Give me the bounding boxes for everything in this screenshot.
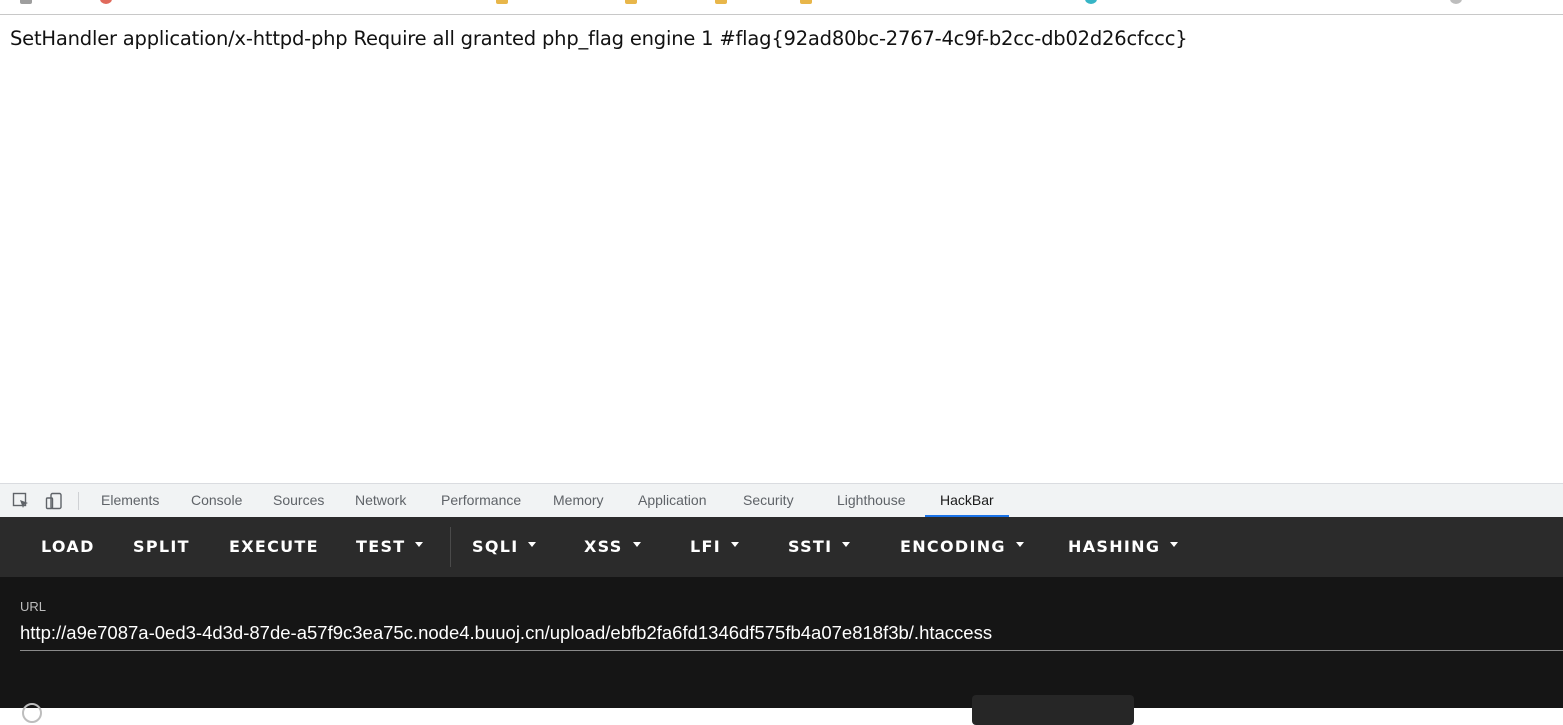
- hashing-dropdown[interactable]: HASHING: [1068, 517, 1179, 577]
- test-dropdown-label: TEST: [356, 537, 406, 556]
- page-content: SetHandler application/x-httpd-php Requi…: [0, 15, 1563, 483]
- radio-button[interactable]: [22, 703, 42, 723]
- device-toolbar-icon[interactable]: [45, 492, 63, 510]
- sqli-dropdown-label: SQLI: [472, 537, 519, 556]
- caret-down-icon: [842, 542, 851, 547]
- tab-performance[interactable]: Performance: [441, 484, 521, 517]
- ssti-dropdown-label: SSTI: [788, 537, 833, 556]
- ssti-dropdown[interactable]: SSTI: [788, 517, 851, 577]
- tab-console[interactable]: Console: [191, 484, 242, 517]
- caret-down-icon: [528, 542, 537, 547]
- tab-sources[interactable]: Sources: [273, 484, 324, 517]
- caret-down-icon: [730, 542, 739, 547]
- lfi-dropdown-label: LFI: [690, 537, 721, 556]
- encoding-dropdown-label: ENCODING: [900, 537, 1006, 556]
- split-button-label: SPLIT: [133, 537, 190, 556]
- bookmark-folder-icon: [625, 0, 637, 4]
- tab-favicon-icon: [20, 0, 32, 4]
- inspect-element-icon[interactable]: [12, 492, 30, 510]
- hackbar-menu: LOAD SPLIT EXECUTE TEST SQLI XSS LFI SST…: [0, 517, 1563, 577]
- page-body-text: SetHandler application/x-httpd-php Requi…: [10, 27, 1188, 50]
- hashing-dropdown-label: HASHING: [1068, 537, 1161, 556]
- xss-dropdown[interactable]: XSS: [584, 517, 641, 577]
- caret-down-icon: [1015, 542, 1024, 547]
- lfi-dropdown[interactable]: LFI: [690, 517, 739, 577]
- action-button[interactable]: [972, 695, 1134, 725]
- encoding-dropdown[interactable]: ENCODING: [900, 517, 1024, 577]
- execute-button[interactable]: EXECUTE: [229, 517, 319, 577]
- url-input[interactable]: [20, 615, 1563, 651]
- caret-down-icon: [415, 542, 424, 547]
- xss-dropdown-label: XSS: [584, 537, 623, 556]
- hackbar-body: URL: [0, 577, 1563, 725]
- bookmark-site-icon: [1450, 0, 1462, 4]
- load-button-label: LOAD: [41, 537, 95, 556]
- load-button[interactable]: LOAD: [41, 517, 95, 577]
- split-button[interactable]: SPLIT: [133, 517, 190, 577]
- bookmark-folder-icon: [715, 0, 727, 4]
- url-label: URL: [20, 599, 47, 614]
- caret-down-icon: [632, 542, 641, 547]
- browser-tab-strip: [0, 0, 1563, 15]
- bookmark-site-icon: [1085, 0, 1097, 4]
- caret-down-icon: [1170, 542, 1179, 547]
- bookmark-folder-icon: [496, 0, 508, 4]
- tab-lighthouse[interactable]: Lighthouse: [837, 484, 906, 517]
- tab-network[interactable]: Network: [355, 484, 406, 517]
- test-dropdown[interactable]: TEST: [356, 517, 424, 577]
- toolbar-divider: [78, 492, 79, 510]
- tab-hackbar[interactable]: HackBar: [940, 484, 994, 517]
- execute-button-label: EXECUTE: [229, 537, 319, 556]
- tab-elements[interactable]: Elements: [101, 484, 159, 517]
- tab-security[interactable]: Security: [743, 484, 794, 517]
- devtools-toolbar: Elements Console Sources Network Perform…: [0, 483, 1563, 517]
- tab-favicon-icon: [100, 0, 112, 4]
- tab-memory[interactable]: Memory: [553, 484, 604, 517]
- menu-divider: [450, 527, 451, 567]
- bookmark-folder-icon: [800, 0, 812, 4]
- sqli-dropdown[interactable]: SQLI: [472, 517, 537, 577]
- tab-application[interactable]: Application: [638, 484, 707, 517]
